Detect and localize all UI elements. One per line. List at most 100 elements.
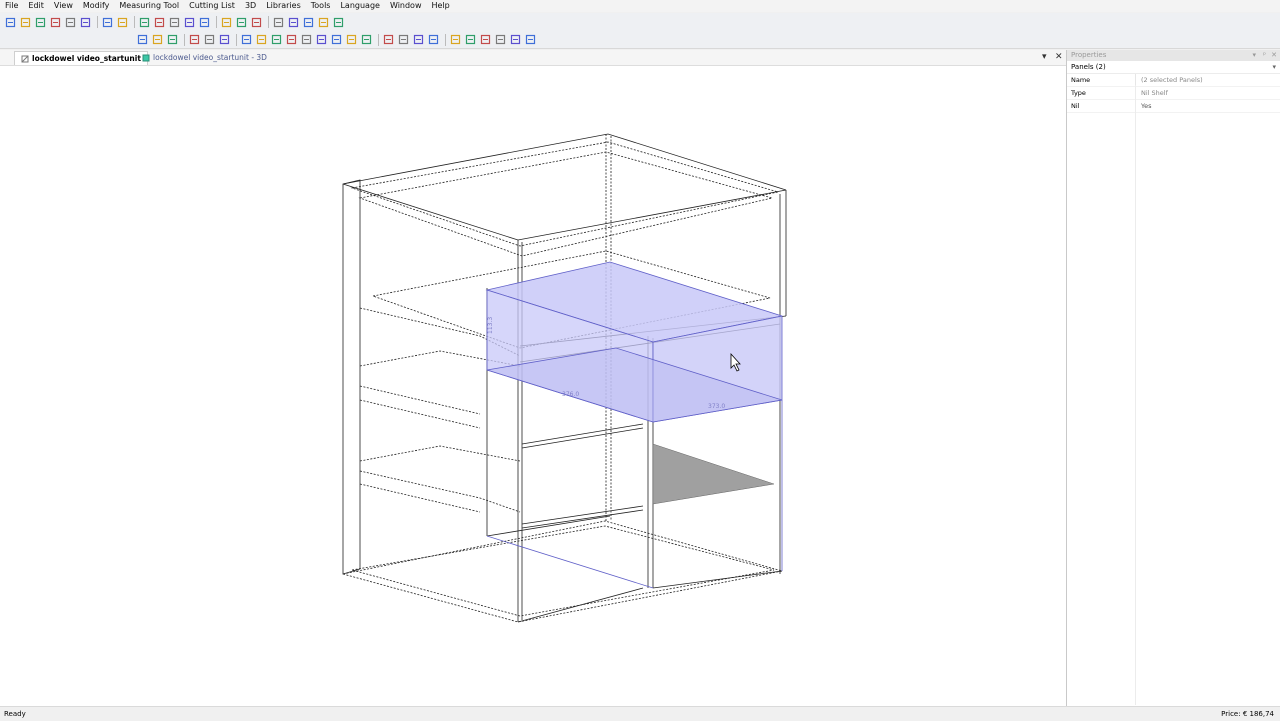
back-icon[interactable] [360, 33, 373, 46]
menu-window[interactable]: Window [385, 0, 427, 12]
autohide-icon[interactable]: ᵖ [1263, 50, 1266, 61]
shape-icon[interactable] [464, 33, 477, 46]
tab-strip: lockdowel video_startunit lockdowel vide… [0, 50, 1066, 66]
pin-icon[interactable]: ▾ [1252, 50, 1256, 61]
vertical-dimension-icon[interactable] [136, 33, 149, 46]
check-icon[interactable] [188, 33, 201, 46]
wireframe-icon[interactable] [153, 16, 166, 29]
align-icon[interactable] [240, 33, 253, 46]
horizontal-dimension-icon[interactable] [151, 33, 164, 46]
selection-dropdown[interactable]: Panels (2) ▾ [1067, 61, 1280, 74]
frame-icon[interactable] [270, 33, 283, 46]
undo-icon[interactable] [101, 16, 114, 29]
toolbar-separator [445, 33, 446, 46]
property-value[interactable]: (2 selected Panels) [1136, 74, 1203, 86]
property-key: Name [1067, 74, 1136, 86]
dimension-label: 373.0 [708, 403, 725, 410]
menu-tools[interactable]: Tools [306, 0, 336, 12]
dimension-label: 113.3 [487, 317, 494, 334]
shelf-icon[interactable] [300, 33, 313, 46]
door-icon[interactable] [345, 33, 358, 46]
menu-modify[interactable]: Modify [78, 0, 115, 12]
close-icon[interactable]: ✕ [1055, 52, 1063, 62]
zoom-window-icon[interactable] [302, 16, 315, 29]
toolbar-separator [97, 16, 98, 28]
tab-startunit-3d[interactable]: lockdowel video_startunit - 3D [136, 51, 273, 64]
price-readout: Price: € 186,74 [1221, 710, 1274, 718]
main-toolbar [0, 13, 1280, 31]
toolbar-separator [268, 16, 269, 28]
solid-icon[interactable] [168, 16, 181, 29]
property-value[interactable]: Nil Shelf [1136, 87, 1168, 99]
tab-dropdown-icon[interactable]: ▾ [1042, 52, 1047, 62]
chevron-down-icon: ▾ [1272, 63, 1276, 71]
modeling-toolbar [0, 31, 1280, 49]
settings-icon[interactable] [524, 33, 537, 46]
menu-file[interactable]: File [0, 0, 23, 12]
print-preview-icon[interactable] [79, 16, 92, 29]
distribute-icon[interactable] [255, 33, 268, 46]
cut-icon[interactable] [382, 33, 395, 46]
menu-view[interactable]: View [49, 0, 78, 12]
property-key: Nil [1067, 100, 1136, 112]
left-side-panel[interactable] [342, 179, 361, 575]
menu-libraries[interactable]: Libraries [261, 0, 306, 12]
render-icon[interactable] [198, 16, 211, 29]
leg-icon[interactable] [427, 33, 440, 46]
menu-3d[interactable]: 3D [240, 0, 261, 12]
zoom-out-icon[interactable] [287, 16, 300, 29]
cube-icon [142, 54, 150, 61]
drawer-icon[interactable] [330, 33, 343, 46]
connector-icon[interactable] [479, 33, 492, 46]
properties-title: Properties ▾ ᵖ ✕ [1067, 50, 1280, 61]
tab-startunit[interactable]: lockdowel video_startunit [14, 51, 148, 65]
close-icon[interactable] [509, 33, 522, 46]
info-icon[interactable] [250, 16, 263, 29]
drawing-icon [21, 55, 29, 62]
top-panel[interactable] [342, 133, 787, 241]
property-value[interactable]: Yes [1136, 100, 1152, 112]
property-row[interactable]: Type Nil Shelf [1067, 87, 1280, 100]
document-area: lockdowel video_startunit lockdowel vide… [0, 50, 1067, 706]
hinge-icon[interactable] [397, 33, 410, 46]
redo-icon[interactable] [116, 16, 129, 29]
save-icon[interactable] [49, 16, 62, 29]
status-bar: Ready Price: € 186,74 [0, 706, 1280, 721]
tool-icon[interactable] [494, 33, 507, 46]
property-row[interactable]: Nil Yes [1067, 100, 1280, 113]
toolbar-separator [184, 33, 185, 46]
property-row[interactable]: Name (2 selected Panels) [1067, 74, 1280, 87]
view-icon[interactable] [183, 16, 196, 29]
column-divider [1135, 85, 1136, 705]
pencil-icon[interactable] [235, 16, 248, 29]
handle-icon[interactable] [412, 33, 425, 46]
tab-label: lockdowel video_startunit [32, 54, 141, 63]
panel-icon[interactable] [285, 33, 298, 46]
zoom-all-icon[interactable] [317, 16, 330, 29]
menu-edit[interactable]: Edit [23, 0, 49, 12]
select-icon[interactable] [138, 16, 151, 29]
open-icon[interactable] [34, 16, 47, 29]
stop-icon[interactable] [203, 33, 216, 46]
menu-measuring-tool[interactable]: Measuring Tool [114, 0, 184, 12]
close-icon[interactable]: ✕ [1271, 50, 1277, 61]
toolbar-separator [134, 16, 135, 28]
new-icon[interactable] [4, 16, 17, 29]
divider-icon[interactable] [315, 33, 328, 46]
cabinet-wireframe[interactable]: 113.3 376.0 373.0 [0, 66, 1066, 706]
menu-cutting-list[interactable]: Cutting List [184, 0, 240, 12]
pan-icon[interactable] [332, 16, 345, 29]
measure-icon[interactable] [220, 16, 233, 29]
play-icon[interactable] [218, 33, 231, 46]
shaded-panel[interactable] [652, 443, 775, 505]
properties-title-text: Properties [1071, 51, 1107, 59]
menu-help[interactable]: Help [427, 0, 455, 12]
3d-viewport[interactable]: 113.3 376.0 373.0 [0, 66, 1066, 706]
new-from-template-icon[interactable] [19, 16, 32, 29]
aligned-dimension-icon[interactable] [166, 33, 179, 46]
print-icon[interactable] [64, 16, 77, 29]
menu-language[interactable]: Language [335, 0, 384, 12]
bottom-panel[interactable] [342, 520, 783, 623]
rail-icon[interactable] [449, 33, 462, 46]
zoom-in-icon[interactable] [272, 16, 285, 29]
